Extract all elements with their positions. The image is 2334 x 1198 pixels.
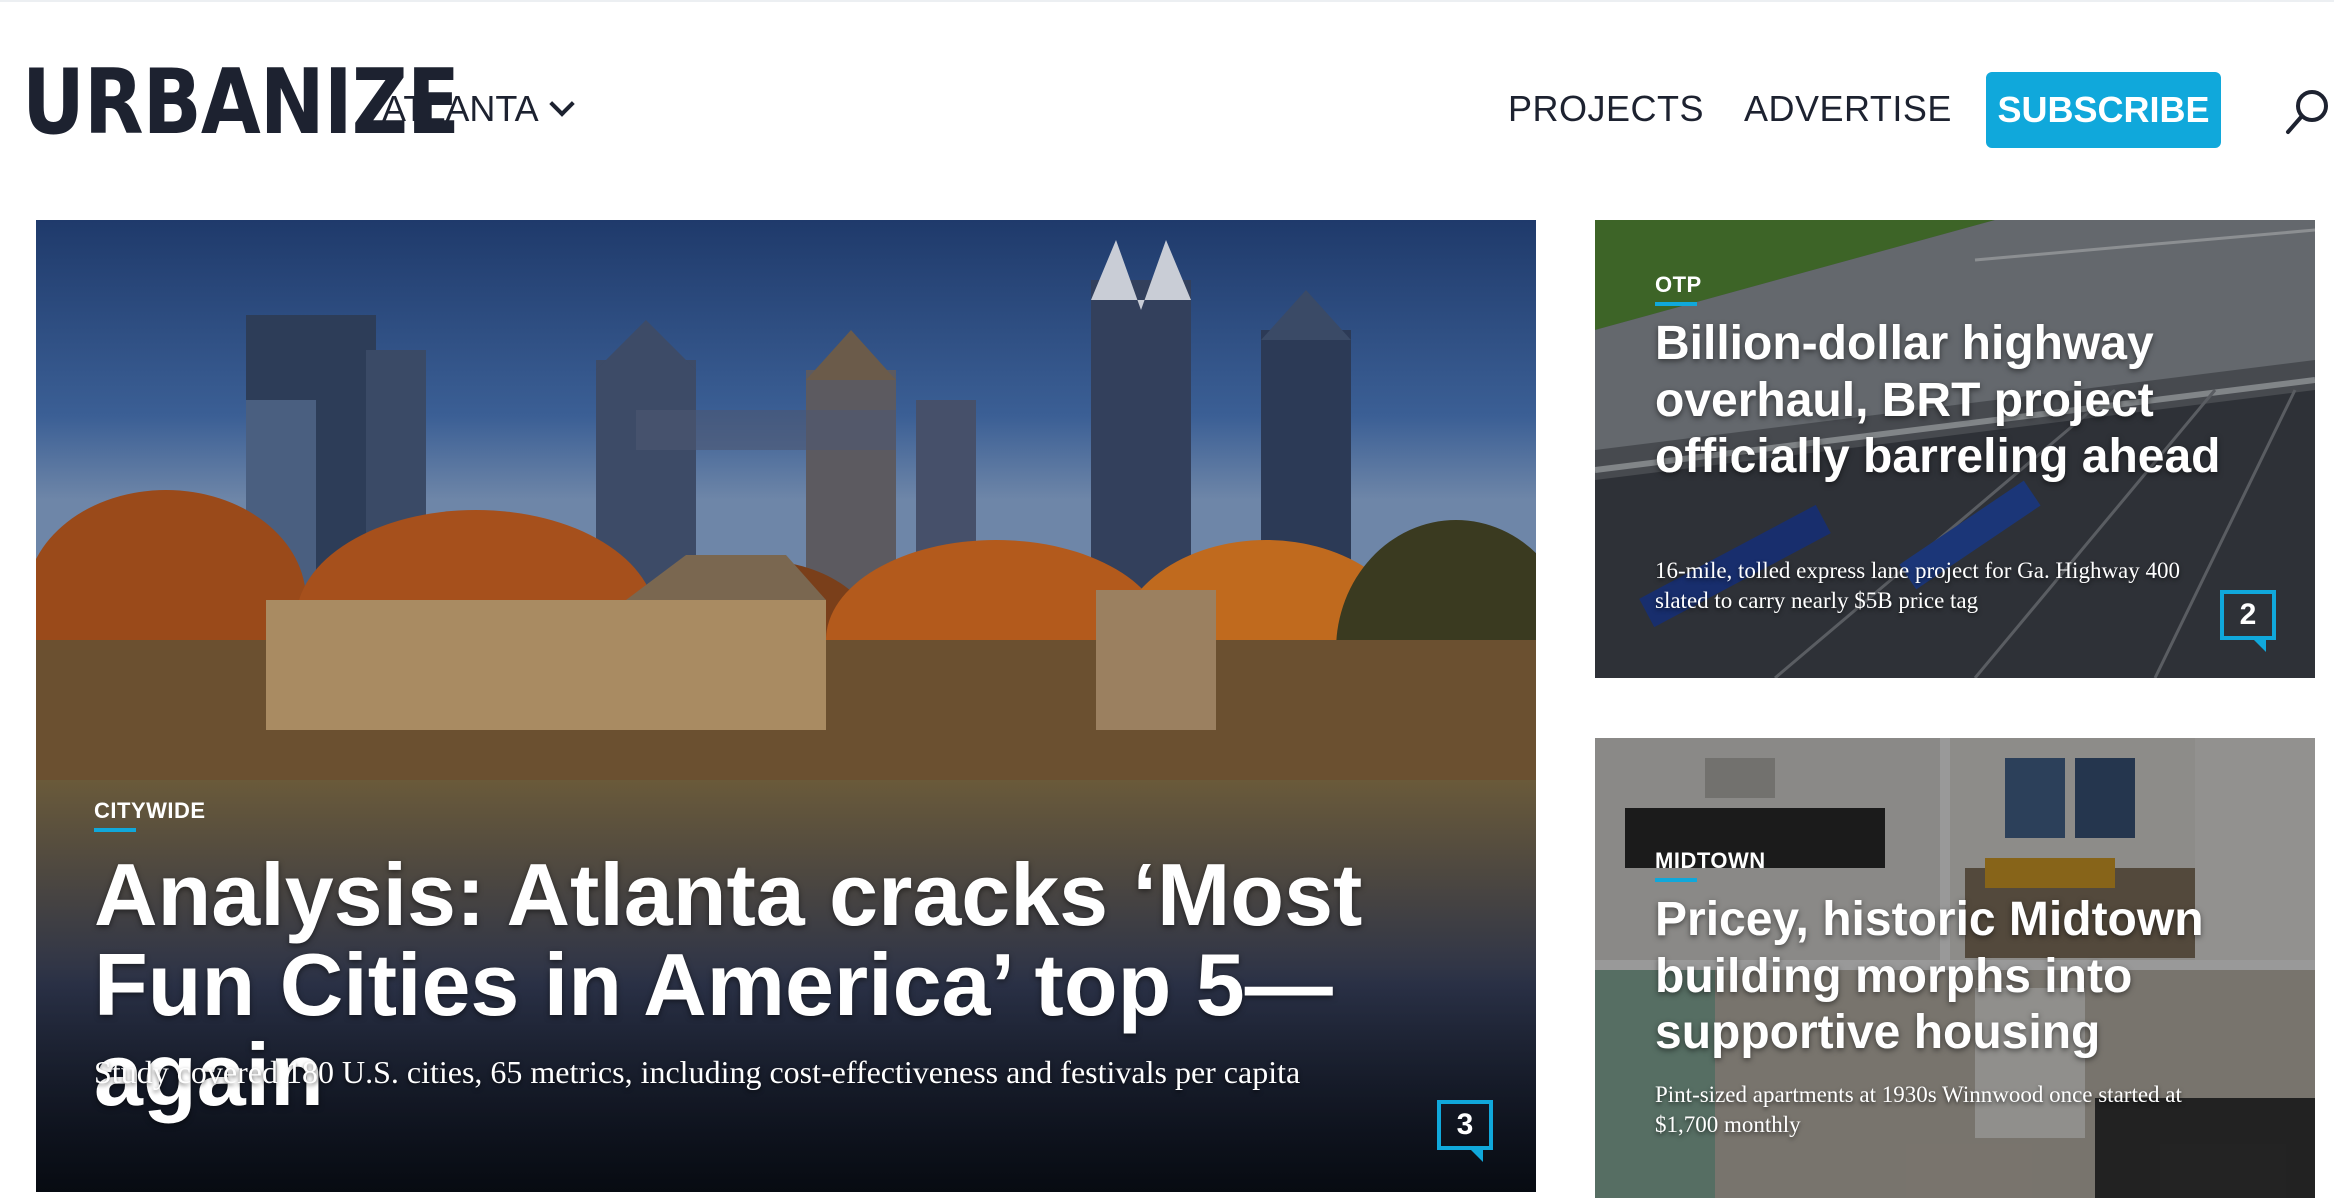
city-label: ATLANTA <box>382 88 539 129</box>
story-deck: 16-mile, tolled express lane project for… <box>1655 558 2181 613</box>
city-selector[interactable]: ATLANTA <box>382 88 575 130</box>
side-story-card-midtown[interactable]: MIDTOWN Pricey, historic Midtown buildin… <box>1595 738 2315 1198</box>
story-title[interactable]: Pricey, historic Midtown building morphs… <box>1655 892 2255 1062</box>
site-header: URBANIZE ATLANTA PROJECTS ADVERTISE SUBS… <box>0 0 2334 210</box>
story-title[interactable]: Billion-dollar highway overhaul, BRT pro… <box>1655 316 2255 486</box>
chevron-down-icon <box>548 91 575 117</box>
comment-bubble-icon[interactable]: 2 <box>2220 590 2276 652</box>
story-deck: Pint-sized apartments at 1930s Winnwood … <box>1655 1082 2182 1137</box>
comment-count: 3 <box>1456 1108 1474 1141</box>
story-deck: Study covered 180 U.S. cities, 65 metric… <box>94 1054 1301 1090</box>
story-category[interactable]: CITYWIDE <box>94 798 206 832</box>
story-category[interactable]: OTP <box>1655 272 1702 306</box>
nav-advertise-link[interactable]: ADVERTISE <box>1744 88 1952 130</box>
comment-count: 2 <box>2239 598 2257 631</box>
side-story-card-highway[interactable]: OTP Billion-dollar highway overhaul, BRT… <box>1595 220 2315 678</box>
search-icon[interactable] <box>2282 86 2334 138</box>
story-category[interactable]: MIDTOWN <box>1655 848 1766 882</box>
featured-story-card[interactable]: CITYWIDE Analysis: Atlanta cracks ‘Most … <box>36 220 1536 1192</box>
comment-bubble-icon[interactable]: 3 <box>1437 1100 1493 1162</box>
subscribe-button[interactable]: SUBSCRIBE <box>1986 72 2221 148</box>
nav-projects-link[interactable]: PROJECTS <box>1508 88 1704 130</box>
